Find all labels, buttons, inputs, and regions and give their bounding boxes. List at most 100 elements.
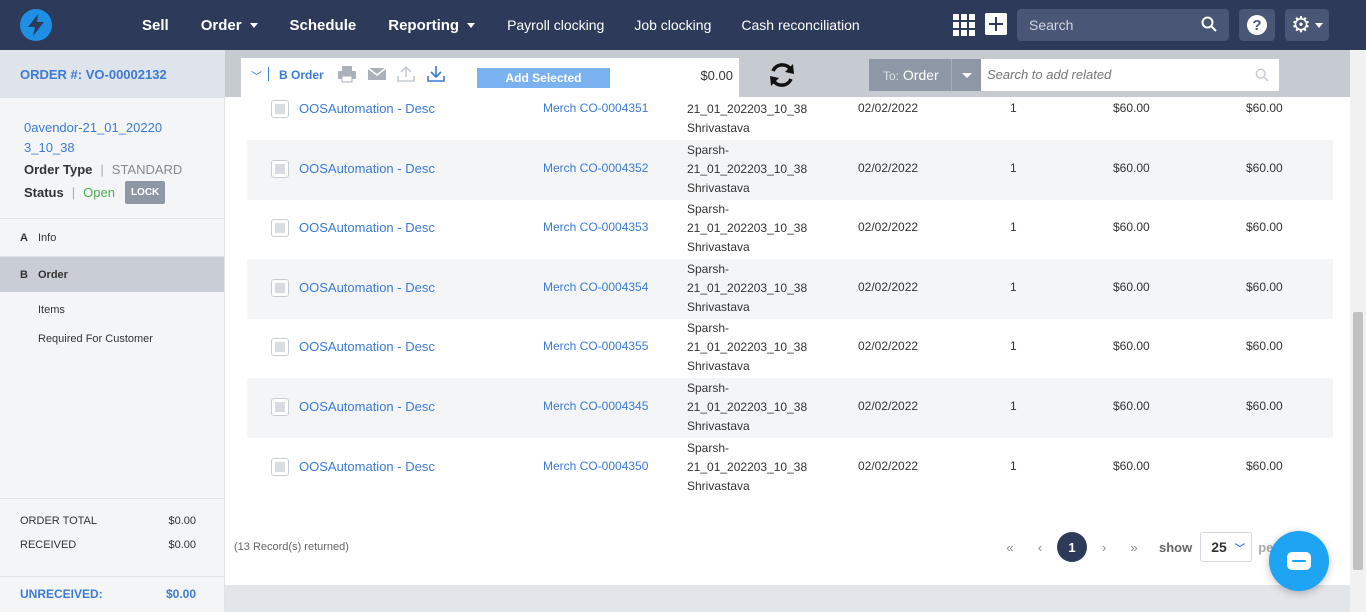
unit-cost-cell: $60.00 bbox=[1113, 160, 1150, 175]
table-row: OOSAutomation - Desc Merch CO-0004353 Spar… bbox=[247, 199, 1333, 259]
unit-cost-cell: $60.00 bbox=[1113, 399, 1150, 413]
global-search-input[interactable]: Search bbox=[1017, 9, 1229, 41]
table-row: OOSAutomation - Desc Merch CO-0004355 Spar… bbox=[247, 318, 1333, 378]
table-row: OOSAutomation - DescMerch CO-0004351Spar… bbox=[247, 97, 1333, 140]
vendor-name-line: Shrivastava bbox=[687, 180, 750, 195]
row-checkbox[interactable] bbox=[271, 159, 289, 178]
download-icon[interactable] bbox=[426, 65, 446, 83]
nav-schedule[interactable]: Schedule bbox=[290, 17, 357, 34]
merch-order-link[interactable]: Merch CO-0004353 bbox=[543, 220, 648, 234]
order-total-value: $0.00 bbox=[168, 515, 196, 527]
row-checkbox[interactable] bbox=[271, 278, 289, 297]
order-toolbar: ﹀ B Order Add Selected $0.00 To: Order bbox=[225, 50, 1350, 98]
sidebar-item-order[interactable]: B Order bbox=[0, 257, 224, 292]
lock-button[interactable]: LOCK bbox=[124, 181, 166, 204]
item-description-link[interactable]: OOSAutomation - Desc bbox=[299, 399, 435, 414]
sidebar-sub-required-for-customer[interactable]: Required For Customer bbox=[0, 325, 224, 354]
chevron-down-icon[interactable] bbox=[951, 59, 981, 91]
chat-icon bbox=[1287, 552, 1311, 570]
related-search-input[interactable] bbox=[987, 67, 1247, 82]
print-icon[interactable] bbox=[337, 65, 357, 83]
divider bbox=[268, 67, 269, 81]
help-button[interactable]: ? bbox=[1239, 9, 1275, 41]
chevron-down-icon: ﹀ bbox=[1234, 543, 1245, 555]
item-description-link[interactable]: OOSAutomation - Desc bbox=[299, 101, 435, 116]
item-description-link[interactable]: OOSAutomation - Desc bbox=[299, 220, 435, 235]
merch-order-link[interactable]: Merch CO-0004350 bbox=[543, 459, 648, 473]
row-checkbox[interactable] bbox=[271, 338, 289, 357]
vendor-name-line: Shrivastava bbox=[687, 359, 750, 374]
vendor-link[interactable]: 0avendor-21_01_20220 3_10_38 bbox=[24, 118, 200, 158]
item-description-link[interactable]: OOSAutomation - Desc bbox=[299, 459, 435, 474]
quantity-cell: 1 bbox=[1010, 279, 1017, 294]
merch-order-link[interactable]: Merch CO-0004355 bbox=[543, 339, 648, 353]
order-number: ORDER #: VO-00002132 bbox=[0, 50, 224, 98]
chevron-down-icon[interactable]: ﹀ bbox=[251, 68, 262, 84]
line-total-cell: $60.00 bbox=[1246, 160, 1283, 175]
item-description-link[interactable]: OOSAutomation - Desc bbox=[299, 280, 435, 295]
line-total-cell: $60.00 bbox=[1246, 220, 1283, 235]
row-checkbox[interactable] bbox=[271, 457, 289, 476]
nav-job-clocking[interactable]: Job clocking bbox=[634, 17, 711, 33]
nav-sell[interactable]: Sell bbox=[142, 17, 169, 34]
nav-order-label: Order bbox=[200, 16, 242, 34]
item-description-link[interactable]: OOSAutomation - Desc bbox=[299, 161, 435, 176]
merch-order-link[interactable]: Merch CO-0004354 bbox=[543, 280, 648, 294]
vendor-cell: Sparsh- 21_01_202203_10_38 Shrivastava bbox=[687, 260, 807, 317]
quantity-cell: 1 bbox=[1010, 101, 1017, 115]
table-row: OOSAutomation - Desc Merch CO-0004352 Spar… bbox=[247, 139, 1333, 200]
status-value: Open bbox=[83, 185, 115, 200]
bolt-logo-icon[interactable] bbox=[20, 9, 52, 41]
per-page-select[interactable]: 25 ﹀ bbox=[1200, 532, 1253, 562]
selected-amount: $0.00 bbox=[700, 68, 733, 83]
date-cell: 02/02/2022 bbox=[858, 399, 919, 413]
footer-strip bbox=[225, 585, 1350, 612]
received-label: RECEIVED bbox=[20, 539, 77, 551]
row-checkbox[interactable] bbox=[271, 100, 289, 118]
row-checkbox[interactable] bbox=[271, 219, 289, 238]
add-selected-button[interactable]: Add Selected bbox=[477, 68, 610, 88]
upload-icon[interactable] bbox=[396, 65, 416, 83]
nav-order[interactable]: Order bbox=[201, 17, 258, 34]
vendor-name-line: Sparsh- bbox=[687, 202, 730, 217]
mail-icon[interactable] bbox=[367, 65, 387, 83]
item-description-link[interactable]: OOSAutomation - Desc bbox=[299, 339, 435, 354]
order-totals: ORDER TOTAL $0.00 RECEIVED $0.00 UNRECEI… bbox=[0, 498, 224, 601]
unit-cost-cell: $60.00 bbox=[1113, 458, 1150, 473]
nav-cash-reconciliation[interactable]: Cash reconciliation bbox=[741, 17, 859, 33]
settings-button[interactable]: ⚙ bbox=[1285, 9, 1329, 41]
chat-button[interactable] bbox=[1269, 531, 1329, 591]
vendor-name-line: Sparsh- bbox=[687, 142, 730, 157]
line-total-cell: $60.00 bbox=[1246, 101, 1283, 115]
last-page-button[interactable]: » bbox=[1119, 540, 1149, 555]
to-order-select[interactable]: To: Order bbox=[869, 59, 951, 91]
sidebar-sub-items[interactable]: Items bbox=[0, 296, 224, 325]
vendor-name-line: 21_01_202203_10_38 bbox=[687, 102, 808, 116]
next-page-button[interactable]: › bbox=[1089, 540, 1119, 555]
refresh-icon[interactable] bbox=[767, 61, 797, 89]
row-checkbox[interactable] bbox=[271, 398, 289, 416]
vendor-name-line: Sparsh- bbox=[687, 261, 730, 276]
nav-payroll-clocking[interactable]: Payroll clocking bbox=[507, 17, 604, 33]
unit-cost-cell: $60.00 bbox=[1113, 339, 1150, 354]
related-search: To: Order bbox=[868, 58, 1280, 92]
gear-icon: ⚙ bbox=[1291, 12, 1311, 37]
current-page[interactable]: 1 bbox=[1057, 532, 1087, 562]
vendor-name-line: 21_01_202203_10_38 bbox=[687, 161, 808, 176]
merch-order-link[interactable]: Merch CO-0004345 bbox=[543, 399, 648, 413]
date-cell: 02/02/2022 bbox=[858, 220, 919, 235]
page-scrollbar[interactable] bbox=[1350, 50, 1366, 612]
merch-order-link[interactable]: Merch CO-0004352 bbox=[543, 161, 648, 175]
sidebar-item-info[interactable]: A Info bbox=[0, 219, 224, 257]
scrollbar-thumb[interactable] bbox=[1353, 312, 1363, 570]
vendor-name-line: Shrivastava bbox=[687, 478, 750, 493]
merch-order-link[interactable]: Merch CO-0004351 bbox=[543, 101, 648, 115]
unreceived-row: UNRECEIVED: $0.00 bbox=[0, 576, 224, 601]
global-search-placeholder: Search bbox=[1029, 17, 1074, 33]
nav-reporting[interactable]: Reporting bbox=[388, 17, 476, 34]
prev-page-button[interactable]: ‹ bbox=[1025, 540, 1055, 555]
plus-icon[interactable] bbox=[985, 13, 1007, 35]
first-page-button[interactable]: « bbox=[995, 540, 1025, 555]
vendor-name-line: Shrivastava bbox=[687, 419, 750, 433]
apps-grid-icon[interactable] bbox=[953, 14, 975, 36]
